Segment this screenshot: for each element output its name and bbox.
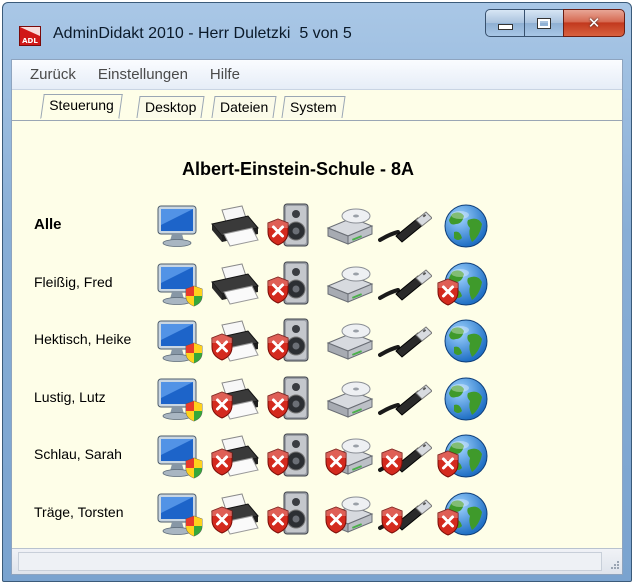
monitor-icon[interactable] [152, 315, 206, 367]
student-row: Hektisch, Heike [12, 313, 612, 371]
status-panel [18, 552, 602, 571]
usb-icon[interactable] [378, 488, 432, 540]
student-name: Fleißig, Fred [34, 273, 113, 290]
student-name: Hektisch, Heike [34, 331, 132, 347]
internet-globe-icon[interactable] [436, 488, 490, 540]
menu-item-help[interactable]: Hilfe [210, 66, 240, 83]
student-row: Fleißig, Fred [12, 256, 612, 314]
tab-label: Desktop [145, 99, 197, 115]
speaker-icon[interactable] [264, 258, 318, 310]
internet-globe-icon[interactable] [436, 430, 490, 482]
menu-item-settings[interactable]: Einstellungen [98, 66, 188, 83]
internet-globe-icon[interactable] [436, 315, 490, 367]
monitor-icon[interactable] [152, 488, 206, 540]
student-name: Schlau, Sarah [34, 446, 122, 462]
speaker-icon[interactable] [264, 315, 318, 367]
maximize-button[interactable] [524, 9, 564, 37]
tab-system[interactable]: System [281, 96, 346, 118]
printer-icon[interactable] [208, 430, 262, 482]
student-row: Lustig, Lutz [12, 371, 612, 429]
tab-label: Dateien [220, 99, 269, 115]
student-name: Träge, Torsten [34, 503, 124, 520]
resize-grip-icon[interactable] [606, 558, 620, 572]
student-row: Schlau, Sarah [12, 428, 612, 486]
monitor-icon[interactable] [152, 430, 206, 482]
app-logo-text: ADL [22, 37, 38, 45]
student-name: Alle [34, 216, 62, 233]
usb-icon[interactable] [378, 200, 432, 252]
app-logo-icon[interactable]: ADL [19, 26, 41, 46]
tab-bar: Steuerung Desktop Dateien System [12, 90, 622, 121]
window-title: AdminDidakt 2010 - Herr Duletzki 5 von 5 [53, 25, 352, 42]
usb-icon[interactable] [378, 430, 432, 482]
minimize-button[interactable] [485, 9, 525, 37]
usb-icon[interactable] [378, 315, 432, 367]
drive-icon[interactable] [322, 315, 376, 367]
internet-globe-icon[interactable] [436, 373, 490, 425]
printer-icon[interactable] [208, 373, 262, 425]
student-name: Lustig, Lutz [34, 388, 106, 405]
tab-label: System [290, 99, 337, 115]
close-button[interactable]: ✕ [563, 9, 625, 37]
monitor-icon[interactable] [152, 200, 206, 252]
app-window: ADL AdminDidakt 2010 - Herr Duletzki 5 v… [2, 2, 632, 582]
internet-globe-icon[interactable] [436, 258, 490, 310]
maximize-icon [537, 17, 551, 29]
client-area: Zurück Einstellungen Hilfe Steuerung Des… [11, 59, 623, 575]
speaker-icon[interactable] [264, 200, 318, 252]
printer-icon[interactable] [208, 200, 262, 252]
printer-icon[interactable] [208, 258, 262, 310]
window-controls: ✕ [485, 9, 625, 39]
student-row: Träge, Torsten [12, 486, 612, 544]
usb-icon[interactable] [378, 258, 432, 310]
usb-icon[interactable] [378, 373, 432, 425]
internet-globe-icon[interactable] [436, 200, 490, 252]
drive-icon[interactable] [322, 488, 376, 540]
school-class-heading: Albert-Einstein-Schule - 8A [182, 159, 415, 179]
tab-steuerung[interactable]: Steuerung [40, 94, 123, 119]
tab-dateien[interactable]: Dateien [211, 96, 277, 118]
status-bar [12, 548, 622, 574]
printer-icon[interactable] [208, 315, 262, 367]
minimize-icon [497, 24, 513, 30]
drive-icon[interactable] [322, 200, 376, 252]
drive-icon[interactable] [322, 430, 376, 482]
tab-desktop[interactable]: Desktop [136, 96, 205, 118]
monitor-icon[interactable] [152, 373, 206, 425]
menu-bar: Zurück Einstellungen Hilfe [12, 60, 622, 90]
tab-label: Steuerung [49, 97, 114, 113]
speaker-icon[interactable] [264, 430, 318, 482]
speaker-icon[interactable] [264, 488, 318, 540]
speaker-icon[interactable] [264, 373, 318, 425]
student-row: Alle [12, 198, 612, 256]
close-icon: ✕ [587, 14, 601, 32]
monitor-icon[interactable] [152, 258, 206, 310]
title-bar[interactable]: ADL AdminDidakt 2010 - Herr Duletzki 5 v… [3, 3, 631, 59]
drive-icon[interactable] [322, 373, 376, 425]
printer-icon[interactable] [208, 488, 262, 540]
drive-icon[interactable] [322, 258, 376, 310]
menu-item-back[interactable]: Zurück [30, 66, 76, 83]
